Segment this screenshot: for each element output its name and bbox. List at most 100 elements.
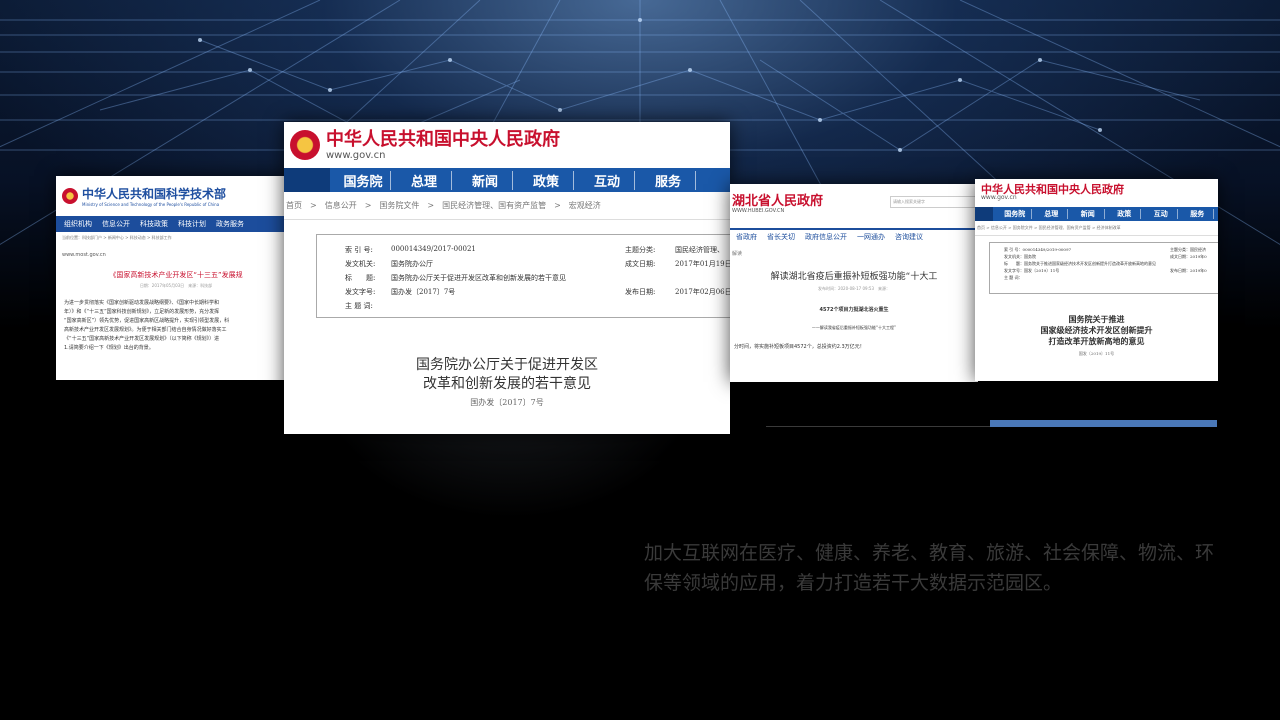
accent-bar (990, 420, 1217, 427)
screenshot-gov-site-2017: 中华人民共和国中央人民政府 www.gov.cn 国务院 总理 新闻 政策 互动… (284, 122, 730, 434)
document-number: 国办发〔2017〕7号 (470, 398, 544, 407)
site-nav: 组织机构 信息公开 科技政策 科技计划 政务服务 (56, 216, 296, 232)
site-header: 中华人民共和国科学技术部 Ministry of Science and Tec… (56, 176, 296, 216)
meta-value: 2017年01月19日 (675, 260, 730, 268)
heading-line: 国家级经济技术开发区创新提升 (1040, 325, 1153, 335)
meta-value: 国民经济管理、 (675, 246, 724, 254)
meta-row: 主 题 词： (1004, 275, 1023, 280)
site-header: 湖北省人民政府 WWW.HUBEI.GOV.CN 请输入搜索关键字 (730, 184, 978, 228)
site-title: 湖北省人民政府 (732, 194, 824, 209)
article-subtitle: 4572个项目力挺湖北浴火重生 (819, 307, 889, 313)
nav-item: 一网通办 (857, 233, 885, 241)
article-title: 解读湖北省疫后重振补短板强功能“十大工 (770, 272, 938, 282)
document-meta-box: 索 引 号: 000014349/2017-00021 主题分类: 国民经济管理… (316, 234, 730, 318)
nav-item: 咨询建议 (895, 233, 923, 241)
nav-item: 政府信息公开 (805, 233, 847, 241)
meta-label: 发文机关: (345, 260, 376, 268)
body-line: 为进一步贯彻落实《国家创新驱动发展战略纲要》、《国家中长期科学和 (64, 300, 220, 306)
screenshot-hubei-site: 湖北省人民政府 WWW.HUBEI.GOV.CN 请输入搜索关键字 省政府 省长… (730, 184, 978, 382)
heading-line: 国务院关于推进 (1068, 314, 1125, 324)
nav-item: 科技政策 (140, 220, 168, 228)
heading-line: 国务院办公厅关于促进开发区 (416, 357, 598, 373)
site-header: 中华人民共和国中央人民政府 www.gov.cn (284, 122, 730, 168)
heading-line: 改革和创新发展的若干意见 (423, 376, 591, 392)
nav-item: 组织机构 (64, 220, 92, 228)
nav-item: 新闻 (458, 170, 513, 190)
document-heading: 国务院办公厅关于促进开发区 改革和创新发展的若干意见 (284, 356, 730, 394)
screenshot-gov-site-2019: 中华人民共和国中央人民政府 www.gov.cn 国务院 总理 新闻 政策 互动… (975, 179, 1218, 381)
nav-item: 总理 (1036, 209, 1068, 219)
meta-label: 标 题: (345, 274, 376, 282)
nav-item: 政策 (1109, 209, 1141, 219)
meta-row: 标 题：国务院关于推进国家级经济技术开发区创新提升打造改革开放新高地的意见 (1004, 261, 1156, 266)
meta-label: 成文日期: (625, 260, 656, 268)
body-line: “国家高新区”）领先优势，促进国家高新区战略提升，实现引领型发展，科 (64, 318, 230, 324)
nav-item: 服务 (1182, 209, 1214, 219)
nav-item: 政务服务 (216, 220, 244, 228)
article-meta: 发布时间：2020-08-17 09:53 来源： (817, 286, 891, 291)
search-input: 请输入搜索关键字 (890, 196, 978, 208)
site-nav: 省政府 省长关切 政府信息公开 一网通办 咨询建议 (730, 228, 978, 244)
site-nav: 国务院 总理 新闻 政策 互动 服务 (975, 207, 1218, 221)
meta-value: 国务院办公厅 (391, 260, 433, 268)
nav-item: 科技计划 (178, 220, 206, 228)
nav-item: 政策 (519, 170, 574, 190)
meta-value: 000014349/2017-00021 (391, 245, 476, 253)
meta-label: 发布日期: (625, 288, 656, 296)
site-title: 中华人民共和国中央人民政府 (326, 128, 560, 150)
site-url: www.gov.cn (326, 149, 386, 161)
article-date: 日期：2017年05月03日 来源：科技部 (139, 283, 213, 288)
nav-item: 互动 (1145, 209, 1178, 219)
breadcrumb: 首页 > 信息公开 > 国务院文件 > 国民经济管理、国有资产监管 > 宏观经济 (284, 192, 730, 220)
meta-label: 主 题 词: (345, 302, 373, 310)
divider-line (766, 426, 990, 427)
site-url: www.gov.cn (981, 194, 1017, 201)
nav-item: 省政府 (736, 233, 757, 241)
meta-row: 成文日期：2019年0 (1170, 254, 1207, 259)
meta-label: 索 引 号: (345, 246, 373, 254)
meta-value: 国办发〔2017〕7号 (391, 288, 456, 296)
nav-item: 新闻 (1072, 209, 1105, 219)
meta-label: 主题分类: (625, 246, 656, 254)
site-title: 中华人民共和国科学技术部 (82, 187, 227, 201)
national-emblem-icon (290, 130, 320, 160)
national-emblem-icon (62, 188, 78, 204)
article-body: 为进一步贯彻落实《国家创新驱动发展战略纲要》、《国家中长期科学和 年）》和《“十… (56, 299, 296, 353)
body-line: 年）》和《“十三五”国家科技创新规划》，立足新的发展形势，充分发挥 (64, 309, 220, 315)
meta-value: 国务院办公厅关于促进开发区改革和创新发展的若干意见 (391, 274, 566, 282)
site-header: 中华人民共和国中央人民政府 www.gov.cn (975, 179, 1218, 207)
nav-item: 总理 (397, 170, 452, 190)
body-line: 1.请简要介绍一下《规划》出台的背景。 (64, 345, 154, 351)
body-line: 《“十三五”国家高新技术产业开发区发展规划》（以下简称《规划》）进 (64, 336, 220, 342)
meta-value: 2017年02月06日 (675, 288, 730, 296)
breadcrumb: 当前位置：科技部门户 > 新闻中心 > 科技动态 > 科技部工作 (62, 235, 172, 240)
nav-item: 省长关切 (767, 233, 795, 241)
article-body-line: 分时间，将实施补短板项目4572个，总投资约2.3万亿元！ (734, 344, 865, 350)
screenshot-most-site: 中华人民共和国科学技术部 Ministry of Science and Tec… (56, 176, 296, 380)
site-url: WWW.HUBEI.GOV.CN (732, 208, 785, 214)
tiananmen-icon (975, 207, 993, 221)
nav-item: 国务院 (336, 170, 391, 190)
site-subtitle: Ministry of Science and Technology of th… (82, 202, 220, 207)
nav-item: 信息公开 (102, 220, 130, 228)
article-subtitle-2: ——解读我省疫后重振补短板强功能“十大工程” (811, 325, 897, 330)
caption-text: 加大互联网在医疗、健康、养老、教育、旅游、社会保障、物流、环保等领域的应用，着力… (644, 542, 1215, 594)
meta-row: 主题分类：国民经济 (1170, 247, 1206, 252)
heading-line: 打造改革开放新高地的意见 (1048, 336, 1145, 346)
site-url: www.most.gov.cn (62, 252, 106, 258)
meta-row: 发文字号：国发〔2019〕11号 (1004, 268, 1060, 273)
meta-row: 发文机关：国务院 (1004, 254, 1036, 259)
article-title: 《国家高新技术产业开发区“十三五”发展规 (109, 271, 243, 279)
document-number: 国发〔2019〕11号 (1078, 351, 1115, 356)
nav-item: 互动 (580, 170, 635, 190)
breadcrumb: 解读 (732, 251, 743, 257)
tiananmen-icon (284, 168, 330, 192)
nav-item: 国务院 (999, 209, 1032, 219)
nav-item: 服务 (641, 170, 696, 190)
breadcrumb: 首页 > 信息公开 > 国务院文件 > 国民经济管理、国有资产监管 > 经济体制… (975, 221, 1218, 236)
meta-label: 发文字号: (345, 288, 376, 296)
site-nav: 国务院 总理 新闻 政策 互动 服务 (284, 168, 730, 192)
document-heading: 国务院关于推进 国家级经济技术开发区创新提升 打造改革开放新高地的意见 (975, 314, 1218, 347)
document-meta-box: 索 引 号：000014349/2019-00097 主题分类：国民经济 发文机… (989, 242, 1218, 294)
meta-row: 索 引 号：000014349/2019-00097 (1004, 247, 1072, 252)
